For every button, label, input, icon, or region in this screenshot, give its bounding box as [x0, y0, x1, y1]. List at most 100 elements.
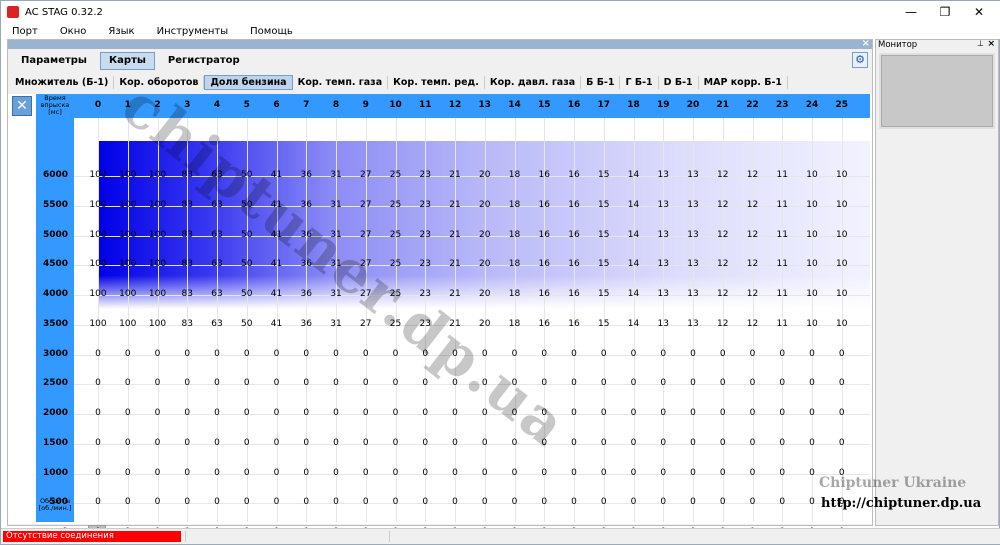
map-cell[interactable]: 0: [116, 497, 140, 507]
map-cell[interactable]: 0: [622, 378, 646, 388]
map-cell[interactable]: 12: [741, 170, 765, 180]
map-cell[interactable]: 0: [324, 408, 348, 418]
map-cell[interactable]: 0: [711, 468, 735, 478]
map-cell[interactable]: 0: [741, 378, 765, 388]
map-cell[interactable]: 10: [830, 319, 854, 329]
map-cell[interactable]: 0: [562, 349, 586, 359]
map-cell[interactable]: 41: [265, 230, 289, 240]
map-cell[interactable]: 0: [294, 497, 318, 507]
map-cell[interactable]: 11: [770, 170, 794, 180]
map-cell[interactable]: 0: [592, 438, 616, 448]
map-cell[interactable]: 0: [86, 408, 110, 418]
map-cell[interactable]: 0: [384, 497, 408, 507]
map-cell[interactable]: 41: [265, 319, 289, 329]
map-cell[interactable]: 36: [294, 230, 318, 240]
map-cell[interactable]: 0: [116, 378, 140, 388]
map-cell[interactable]: 0: [86, 497, 110, 507]
map-cell[interactable]: 0: [294, 349, 318, 359]
map-cell[interactable]: 16: [532, 319, 556, 329]
map-cell[interactable]: 0: [800, 408, 824, 418]
map-cell[interactable]: 12: [741, 289, 765, 299]
map-cell[interactable]: 83: [175, 319, 199, 329]
map-cell[interactable]: 0: [354, 438, 378, 448]
map-cell[interactable]: 0: [800, 349, 824, 359]
map-cell[interactable]: 0: [265, 468, 289, 478]
map-cell[interactable]: 0: [741, 408, 765, 418]
map-cell[interactable]: 0: [265, 408, 289, 418]
map-cell[interactable]: 11: [770, 319, 794, 329]
map-cell[interactable]: 0: [651, 408, 675, 418]
map-cell[interactable]: 0: [175, 468, 199, 478]
map-cell[interactable]: 31: [324, 170, 348, 180]
map-cell[interactable]: 50: [235, 319, 259, 329]
map-cell[interactable]: 0: [830, 378, 854, 388]
subtab-rpm-correction[interactable]: Кор. оборотов: [114, 75, 205, 89]
map-cell[interactable]: 0: [413, 408, 437, 418]
map-cell[interactable]: 100: [86, 170, 110, 180]
map-cell[interactable]: 13: [681, 170, 705, 180]
map-cell[interactable]: 21: [443, 259, 467, 269]
map-cell[interactable]: 100: [116, 200, 140, 210]
map-cell[interactable]: 0: [443, 468, 467, 478]
map-cell[interactable]: 0: [265, 438, 289, 448]
map-cell[interactable]: 36: [294, 319, 318, 329]
map-cell[interactable]: 0: [324, 349, 348, 359]
map-cell[interactable]: 21: [443, 289, 467, 299]
map-cell[interactable]: 20: [473, 200, 497, 210]
map-cell[interactable]: 0: [592, 349, 616, 359]
map-cell[interactable]: 0: [562, 468, 586, 478]
wrench-icon[interactable]: ⚙: [852, 52, 868, 68]
map-cell[interactable]: 10: [800, 289, 824, 299]
map-cell[interactable]: 0: [324, 378, 348, 388]
map-cell[interactable]: 0: [592, 497, 616, 507]
map-cell[interactable]: 0: [830, 349, 854, 359]
map-cell[interactable]: 100: [116, 170, 140, 180]
map-cell[interactable]: 0: [770, 408, 794, 418]
map-cell[interactable]: 15: [592, 289, 616, 299]
map-cell[interactable]: 0: [473, 468, 497, 478]
map-cell[interactable]: 0: [235, 468, 259, 478]
map-cell[interactable]: 12: [711, 319, 735, 329]
map-cell[interactable]: 23: [413, 170, 437, 180]
map-cell[interactable]: 13: [651, 259, 675, 269]
map-cell[interactable]: 0: [770, 378, 794, 388]
map-cell[interactable]: 18: [503, 200, 527, 210]
map-cell[interactable]: 0: [592, 408, 616, 418]
tab-recorder[interactable]: Регистратор: [159, 52, 249, 70]
subtab-multiplier[interactable]: Множитель (Б-1): [10, 75, 115, 89]
map-cell[interactable]: 0: [800, 468, 824, 478]
map-cell[interactable]: 0: [116, 468, 140, 478]
map-cell[interactable]: 14: [622, 200, 646, 210]
map-cell[interactable]: 13: [681, 289, 705, 299]
map-cell[interactable]: 0: [175, 408, 199, 418]
map-cell[interactable]: 0: [384, 438, 408, 448]
map-cell[interactable]: 13: [681, 230, 705, 240]
menu-tools[interactable]: Инструменты: [146, 26, 240, 37]
map-cell[interactable]: 10: [830, 200, 854, 210]
menu-port[interactable]: Порт: [1, 26, 49, 37]
map-cell[interactable]: 13: [651, 200, 675, 210]
map-cell[interactable]: 0: [503, 378, 527, 388]
map-cell[interactable]: 0: [741, 349, 765, 359]
map-cell[interactable]: 27: [354, 319, 378, 329]
map-cell[interactable]: 12: [741, 319, 765, 329]
map-cell[interactable]: 10: [800, 259, 824, 269]
map-cell[interactable]: 0: [562, 438, 586, 448]
map-cell[interactable]: 0: [354, 468, 378, 478]
map-cell[interactable]: 0: [265, 497, 289, 507]
map-cell[interactable]: 0: [324, 468, 348, 478]
map-cell[interactable]: 16: [562, 289, 586, 299]
subtab-d-b1[interactable]: D Б-1: [659, 75, 699, 89]
map-cell[interactable]: 0: [235, 349, 259, 359]
map-cell[interactable]: 0: [146, 378, 170, 388]
menu-window[interactable]: Окно: [49, 26, 98, 37]
map-cell[interactable]: 10: [800, 319, 824, 329]
map-cell[interactable]: 0: [741, 497, 765, 507]
map-cell[interactable]: 41: [265, 170, 289, 180]
map-cell[interactable]: 100: [86, 259, 110, 269]
map-cell[interactable]: 0: [116, 438, 140, 448]
map-cell[interactable]: 23: [413, 200, 437, 210]
map-cell[interactable]: 31: [324, 319, 348, 329]
map-cell[interactable]: 0: [413, 468, 437, 478]
map-cell[interactable]: 100: [116, 319, 140, 329]
